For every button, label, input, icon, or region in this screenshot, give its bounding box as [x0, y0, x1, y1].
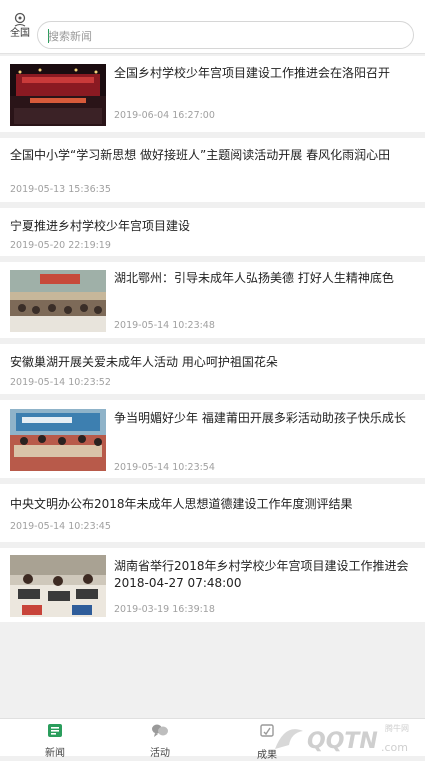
news-date: 2019-03-19 16:39:18	[114, 604, 215, 615]
news-title: 湖南省举行2018年乡村学校少年宫项目建设工作推进会 2018-04-27 07…	[114, 559, 409, 590]
news-date: 2019-05-13 15:36:35	[10, 184, 111, 195]
news-title: 宁夏推进乡村学校少年宫项目建设	[10, 219, 191, 233]
news-item[interactable]: 湖北鄂州：引导未成年人弘扬美德 打好人生精神底色 2019-05-14 10:2…	[0, 262, 425, 338]
news-date: 2019-06-04 16:27:00	[114, 110, 215, 121]
news-item[interactable]: 湖南省举行2018年乡村学校少年宫项目建设工作推进会 2018-04-27 07…	[0, 548, 425, 622]
bottom-nav: 新闻 活动 成果 QQTN .com 腾牛网	[0, 718, 425, 761]
tab-label: 新闻	[45, 748, 65, 759]
svg-text:.com: .com	[381, 741, 408, 754]
search-box[interactable]	[37, 21, 414, 49]
news-title: 中央文明办公布2018年未成年人思想道德建设工作年度测评结果	[10, 497, 353, 511]
news-date: 2019-05-14 10:23:45	[10, 521, 111, 532]
news-date: 2019-05-14 10:23:52	[10, 377, 111, 388]
search-input[interactable]	[48, 27, 388, 45]
news-date: 2019-05-20 22:19:19	[10, 240, 111, 251]
location-pin-icon	[14, 12, 26, 27]
location-label: 全国	[10, 28, 30, 39]
news-icon	[48, 724, 62, 737]
news-item[interactable]: 中央文明办公布2018年未成年人思想道德建设工作年度测评结果 2019-05-1…	[0, 484, 425, 542]
svg-text:腾牛网: 腾牛网	[385, 723, 409, 733]
svg-text:QQTN: QQTN	[307, 729, 378, 754]
news-date: 2019-05-14 10:23:48	[114, 320, 215, 331]
news-thumbnail	[10, 555, 106, 617]
news-title: 全国中小学“学习新思想 做好接班人”主题阅读活动开展 春风化雨润心田	[10, 148, 391, 162]
news-item[interactable]: 全国乡村学校少年宫项目建设工作推进会在洛阳召开 2019-06-04 16:27…	[0, 56, 425, 132]
news-thumbnail	[10, 64, 106, 126]
news-item[interactable]: 安徽巢湖开展关爱未成年人活动 用心呵护祖国花朵 2019-05-14 10:23…	[0, 344, 425, 394]
news-thumbnail	[10, 409, 106, 471]
top-bar: 全国	[0, 0, 425, 54]
news-title: 争当明媚好少年 福建莆田开展多彩活动助孩子快乐成长	[114, 411, 406, 425]
news-title: 全国乡村学校少年宫项目建设工作推进会在洛阳召开	[114, 66, 391, 80]
activity-icon	[152, 724, 168, 737]
news-title: 安徽巢湖开展关爱未成年人活动 用心呵护祖国花朵	[10, 355, 278, 369]
qqtn-watermark-logo: QQTN .com 腾牛网	[275, 723, 409, 754]
news-date: 2019-05-14 10:23:54	[114, 462, 215, 473]
news-item[interactable]: 全国中小学“学习新思想 做好接班人”主题阅读活动开展 春风化雨润心田 2019-…	[0, 138, 425, 202]
news-item[interactable]: 争当明媚好少年 福建莆田开展多彩活动助孩子快乐成长 2019-05-14 10:…	[0, 400, 425, 478]
news-title: 湖北鄂州：引导未成年人弘扬美德 打好人生精神底色	[114, 271, 394, 285]
news-item[interactable]: 宁夏推进乡村学校少年宫项目建设 2019-05-20 22:19:19	[0, 208, 425, 256]
tab-label: 活动	[150, 748, 170, 759]
location-selector[interactable]: 全国	[6, 12, 34, 40]
tab-news[interactable]: 新闻	[40, 723, 70, 759]
news-thumbnail	[10, 270, 106, 332]
tab-activity[interactable]: 活动	[145, 723, 175, 759]
